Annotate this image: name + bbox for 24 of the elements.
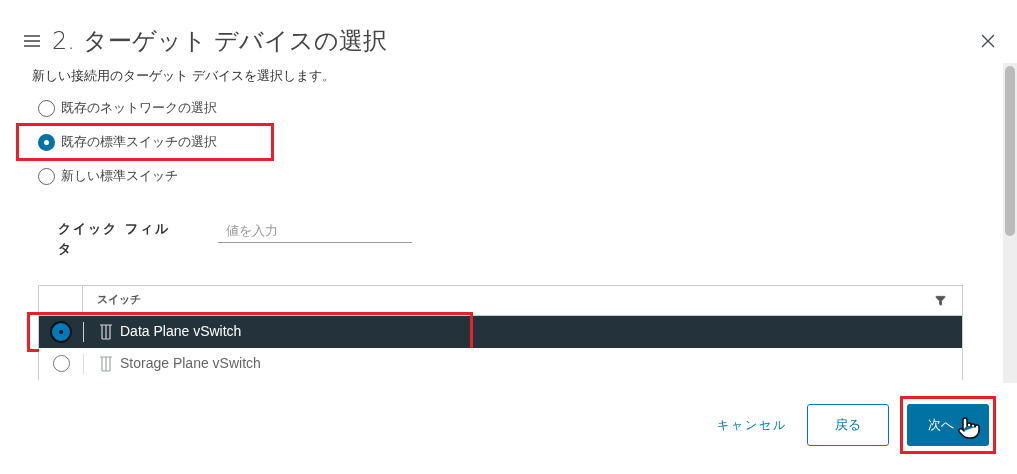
switch-icon bbox=[98, 322, 114, 341]
back-button[interactable]: 戻る bbox=[807, 404, 889, 446]
radio-label[interactable]: 既存のネットワークの選択 bbox=[61, 98, 217, 118]
switch-name: Storage Plane vSwitch bbox=[120, 354, 261, 373]
menu-icon[interactable] bbox=[24, 35, 40, 47]
radio-button[interactable] bbox=[38, 99, 55, 117]
filter-icon[interactable] bbox=[935, 294, 946, 306]
next-button[interactable]: 次へ bbox=[907, 404, 989, 446]
filter-input[interactable]: 値を入力 bbox=[218, 218, 412, 243]
radio-label[interactable]: 既存の標準スイッチの選択 bbox=[61, 132, 217, 152]
radio-button[interactable] bbox=[38, 133, 55, 151]
radio-button[interactable] bbox=[38, 167, 55, 185]
radio-button[interactable] bbox=[52, 355, 70, 372]
switch-icon bbox=[98, 354, 114, 373]
radio-button[interactable] bbox=[50, 320, 72, 343]
cancel-link[interactable]: キャンセル bbox=[715, 405, 789, 445]
dialog-description: 新しい接続用のターゲット デバイスを選択します。 bbox=[32, 67, 337, 85]
radio-label[interactable]: 新しい標準スイッチ bbox=[61, 166, 178, 186]
switch-name: Data Plane vSwitch bbox=[120, 322, 242, 341]
filter-label: クイック フィルタ bbox=[58, 219, 171, 258]
hand-cursor-icon bbox=[957, 416, 981, 440]
dialog-title: 2. ターゲット デバイスの選択 bbox=[52, 26, 388, 57]
column-header: スイッチ bbox=[96, 291, 142, 308]
scrollbar[interactable] bbox=[1003, 63, 1017, 383]
